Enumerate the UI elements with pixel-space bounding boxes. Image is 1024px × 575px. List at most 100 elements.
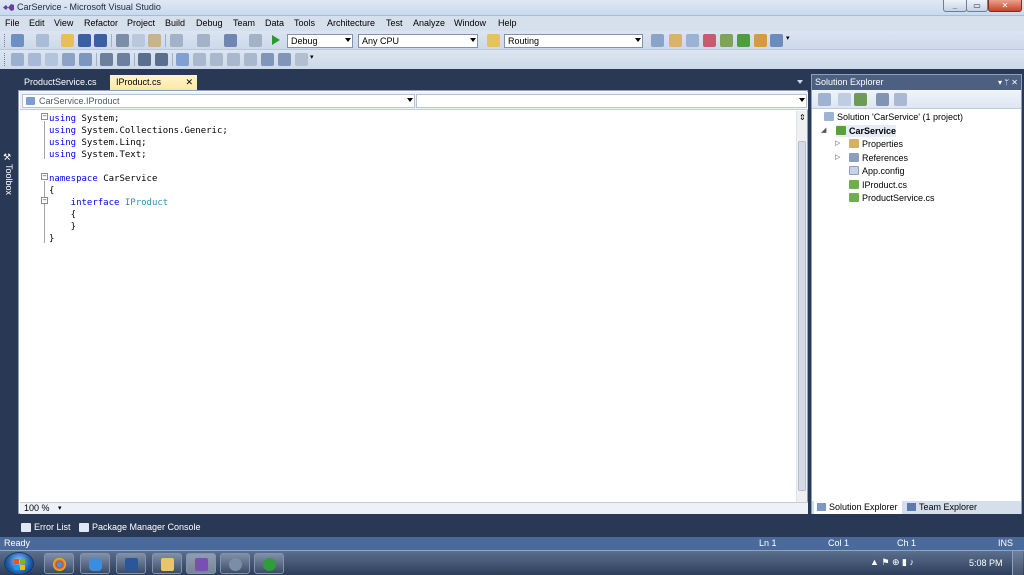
comment-lines-icon[interactable] <box>138 53 151 66</box>
tree-item-productservice-cs[interactable]: ProductService.cs <box>849 192 935 204</box>
properties-icon[interactable] <box>818 93 831 106</box>
pane-buttons[interactable]: ▾ ᛘ ✕ <box>998 75 1018 90</box>
close-button[interactable]: ✕ <box>988 0 1022 12</box>
menu-build[interactable]: Build <box>165 18 185 28</box>
show-all-files-icon[interactable] <box>838 93 851 106</box>
increase-indent-icon[interactable] <box>117 53 130 66</box>
toolbar-options-icon[interactable]: ▾ <box>786 34 794 47</box>
code-line[interactable]: } <box>49 221 76 233</box>
code-line[interactable]: } <box>49 233 54 245</box>
taskbar-visual-studio-button[interactable] <box>186 553 216 574</box>
toolbox-icon[interactable]: ⚒ <box>3 152 13 162</box>
expand-arrow-icon[interactable]: ▷ <box>835 139 840 147</box>
navigate-forward-icon[interactable] <box>249 34 262 47</box>
tab-solution-explorer[interactable]: Solution Explorer <box>814 501 902 514</box>
taskbar-app-button[interactable] <box>220 553 250 574</box>
collapse-region-icon[interactable]: − <box>41 197 48 204</box>
next-bookmark-in-folder-icon[interactable] <box>244 53 257 66</box>
next-bookmark-in-document-icon[interactable] <box>278 53 291 66</box>
code-line[interactable]: { <box>49 209 76 221</box>
menu-analyze[interactable]: Analyze <box>413 18 445 28</box>
maximize-button[interactable]: ▭ <box>966 0 988 12</box>
start-button[interactable] <box>4 552 34 575</box>
tab-iproduct-cs[interactable]: IProduct.cs ✕ <box>110 75 197 90</box>
paste-icon[interactable] <box>148 34 161 47</box>
menu-tools[interactable]: Tools <box>294 18 315 28</box>
toolbar-options-icon[interactable]: ▾ <box>310 53 318 66</box>
tree-item-references[interactable]: References <box>849 152 908 164</box>
view-code-icon[interactable] <box>876 93 889 106</box>
tab-team-explorer[interactable]: Team Explorer <box>904 501 1014 514</box>
add-item-icon[interactable] <box>36 34 49 47</box>
undo-icon[interactable] <box>170 34 183 47</box>
clock[interactable]: 5:08 PM <box>969 558 1003 568</box>
tree-item-properties[interactable]: Properties <box>849 138 903 150</box>
uncomment-lines-icon[interactable] <box>155 53 168 66</box>
toolbox-tab[interactable]: Toolbox <box>2 164 14 204</box>
open-file-icon[interactable] <box>61 34 74 47</box>
parameter-info-icon[interactable] <box>28 53 41 66</box>
menu-window[interactable]: Window <box>454 18 486 28</box>
code-line[interactable]: interface IProduct <box>49 197 169 209</box>
menu-refactor[interactable]: Refactor <box>84 18 118 28</box>
zoom-select[interactable]: 100 % ▾ <box>22 503 64 514</box>
start-page-icon[interactable] <box>720 34 733 47</box>
cut-icon[interactable] <box>116 34 129 47</box>
code-text-area[interactable]: − − − using System; using System.Collecti… <box>20 111 795 504</box>
find-in-files-icon[interactable] <box>487 34 500 47</box>
toolbox-window-icon[interactable] <box>703 34 716 47</box>
menu-debug[interactable]: Debug <box>196 18 223 28</box>
view-class-diagram-icon[interactable] <box>894 93 907 106</box>
refresh-icon[interactable] <box>854 93 867 106</box>
copy-icon[interactable] <box>132 34 145 47</box>
solution-explorer-icon[interactable] <box>651 34 664 47</box>
taskbar-ie-button[interactable] <box>80 553 110 574</box>
redo-icon[interactable] <box>197 34 210 47</box>
toolbar-grip[interactable] <box>4 53 7 66</box>
collapse-region-icon[interactable]: − <box>41 173 48 180</box>
taskbar-download-button[interactable] <box>254 553 284 574</box>
menu-data[interactable]: Data <box>265 18 284 28</box>
active-files-dropdown-icon[interactable] <box>797 80 803 84</box>
system-tray-icons[interactable]: ▲ ⚑ ⊕ ▮ ♪ <box>870 557 914 568</box>
navigate-backward-icon[interactable] <box>224 34 237 47</box>
tab-productservice-cs[interactable]: ProductService.cs <box>18 75 108 90</box>
taskbar-explorer-button[interactable] <box>152 553 182 574</box>
member-dropdown[interactable] <box>416 94 807 108</box>
extension-manager-icon[interactable] <box>737 34 750 47</box>
object-member-list-icon[interactable] <box>11 53 24 66</box>
quick-info-icon[interactable] <box>45 53 58 66</box>
new-project-icon[interactable] <box>11 34 24 47</box>
code-line[interactable]: { <box>49 185 54 197</box>
object-browser-icon[interactable] <box>686 34 699 47</box>
properties-window-icon[interactable] <box>669 34 682 47</box>
menu-view[interactable]: View <box>54 18 73 28</box>
show-desktop-button[interactable] <box>1012 551 1023 575</box>
save-all-icon[interactable] <box>94 34 107 47</box>
previous-bookmark-icon[interactable] <box>193 53 206 66</box>
vertical-scrollbar[interactable]: ⇕ <box>796 111 807 504</box>
close-icon[interactable]: ✕ <box>185 75 193 89</box>
minimize-button[interactable]: _ <box>943 0 967 12</box>
save-icon[interactable] <box>78 34 91 47</box>
menu-test[interactable]: Test <box>386 18 403 28</box>
tree-item-iproduct-cs[interactable]: IProduct.cs <box>849 179 907 191</box>
taskbar-word-button[interactable] <box>116 553 146 574</box>
code-line[interactable]: using System; <box>49 113 119 125</box>
start-debugging-icon[interactable] <box>272 35 280 45</box>
clear-bookmarks-icon[interactable] <box>295 53 308 66</box>
solution-configuration-select[interactable]: Debug <box>287 34 353 48</box>
scrollbar-thumb[interactable] <box>798 141 806 491</box>
menu-help[interactable]: Help <box>498 18 517 28</box>
expand-arrow-icon[interactable]: ▷ <box>835 153 840 161</box>
tab-package-manager-console[interactable]: Package Manager Console <box>76 520 202 534</box>
server-explorer-icon[interactable] <box>754 34 767 47</box>
tab-error-list[interactable]: Error List <box>18 520 74 534</box>
code-line[interactable]: using System.Linq; <box>49 137 147 149</box>
split-window-icon[interactable]: ⇕ <box>799 113 806 122</box>
menu-project[interactable]: Project <box>127 18 155 28</box>
type-dropdown[interactable]: CarService.IProduct <box>22 94 415 108</box>
taskbar-chrome-button[interactable] <box>44 553 74 574</box>
decrease-indent-icon[interactable] <box>100 53 113 66</box>
toggle-bookmark-icon[interactable] <box>176 53 189 66</box>
